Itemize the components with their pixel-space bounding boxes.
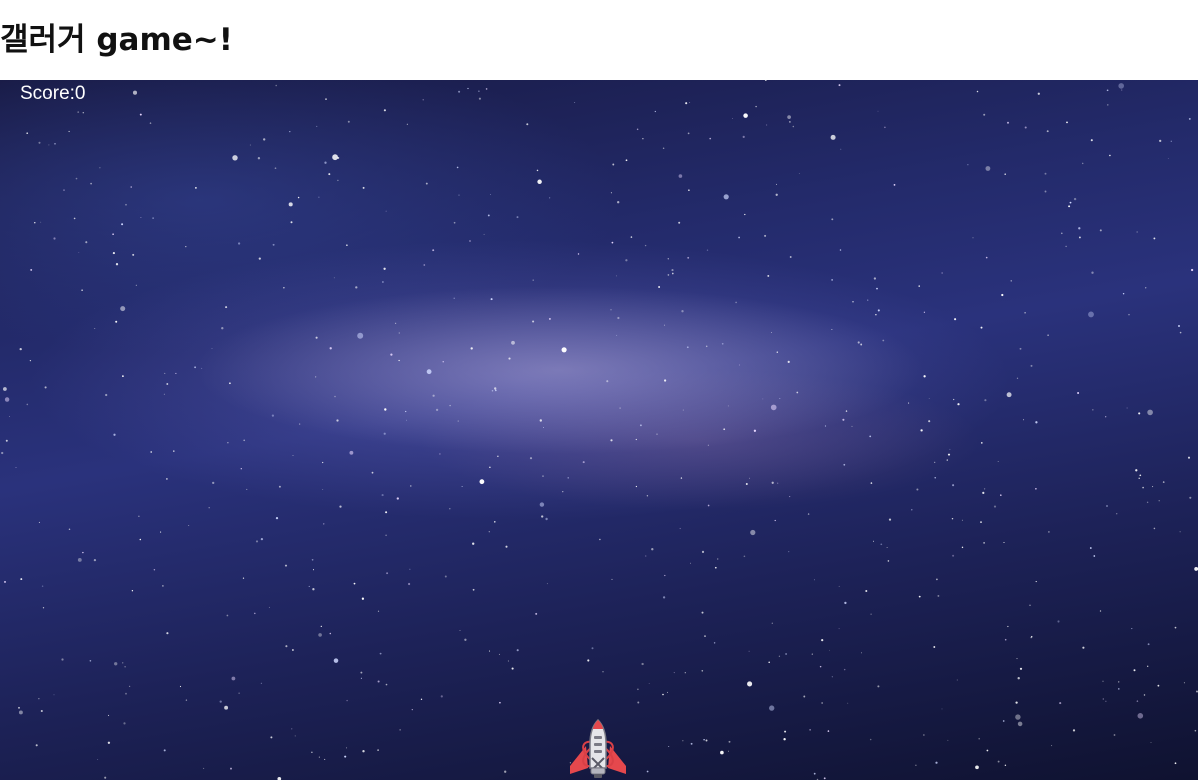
spaceship-icon[interactable] xyxy=(566,716,630,780)
game-canvas[interactable]: Score:0 xyxy=(0,80,1198,780)
starfield-background xyxy=(1,80,1198,780)
page-title: 갤러거 game~! xyxy=(0,22,233,58)
score-display: Score:0 xyxy=(20,83,86,104)
